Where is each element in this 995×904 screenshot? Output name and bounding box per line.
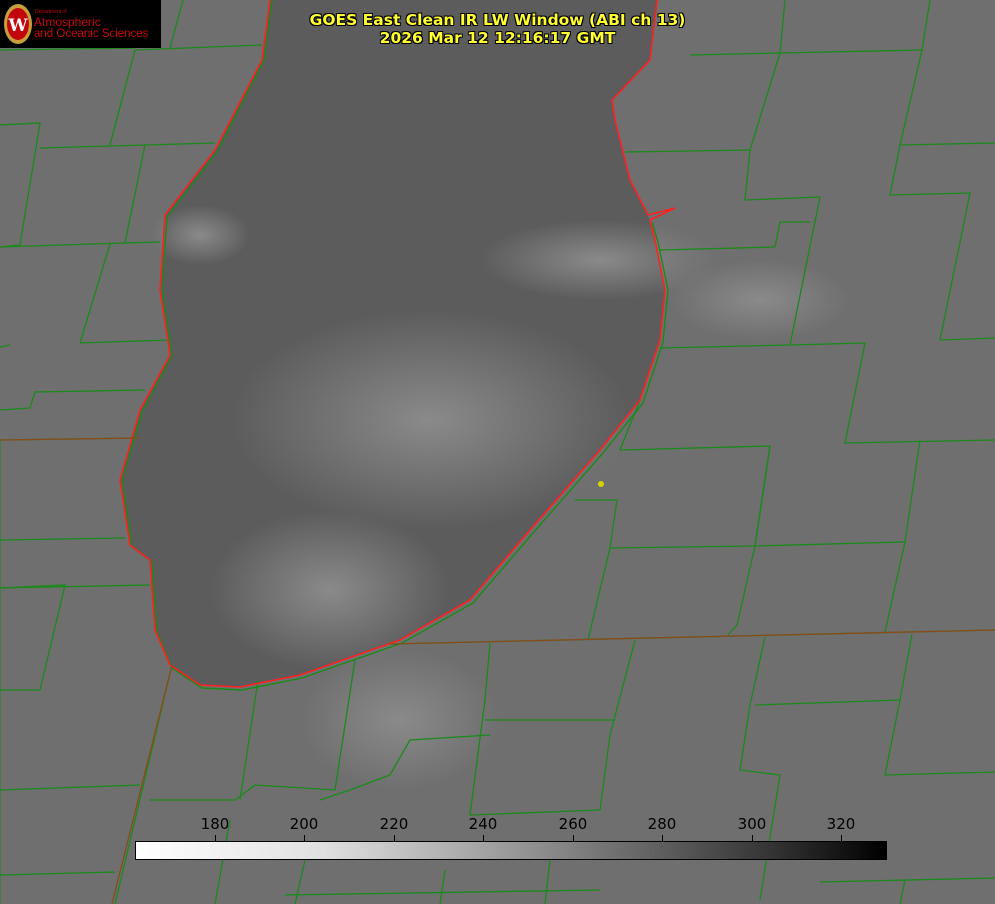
satellite-map bbox=[0, 0, 995, 904]
satellite-viewer: W Department of Atmospheric and Oceanic … bbox=[0, 0, 995, 904]
title-product: GOES East Clean IR LW Window (ABI ch 13) bbox=[309, 11, 686, 29]
colorbar-tick-label: 180 bbox=[200, 815, 230, 833]
title-timestamp: 2026 Mar 12 12:16:17 GMT bbox=[379, 29, 616, 47]
location-marker bbox=[598, 481, 604, 487]
colorbar-tick-label: 320 bbox=[826, 815, 856, 833]
colorbar-tick-label: 200 bbox=[289, 815, 319, 833]
colorbar-tick-label: 260 bbox=[558, 815, 588, 833]
colorbar-tick-label: 220 bbox=[379, 815, 409, 833]
colorbar-gradient bbox=[135, 841, 887, 860]
colorbar-tick-label: 300 bbox=[737, 815, 767, 833]
image-title: GOES East Clean IR LW Window (ABI ch 13)… bbox=[0, 11, 995, 47]
colorbar-tick-label: 240 bbox=[468, 815, 498, 833]
colorbar-tick-label: 280 bbox=[647, 815, 677, 833]
